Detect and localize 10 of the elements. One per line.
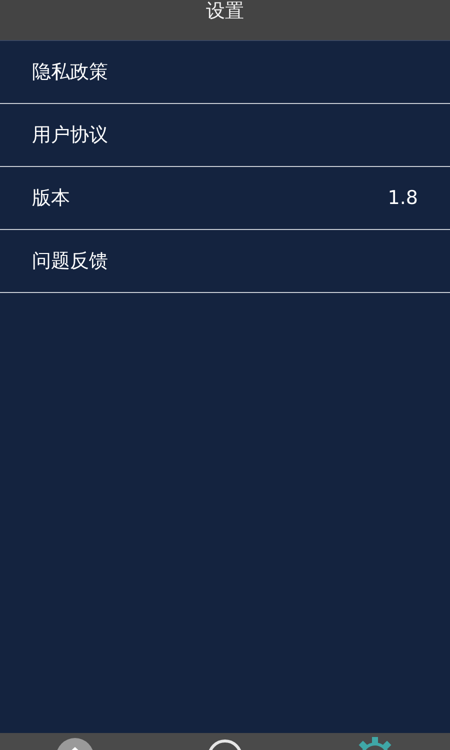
settings-row[interactable]: 隐私政策 <box>0 41 450 104</box>
page-title: 设置 <box>206 1 244 22</box>
settings-row[interactable]: 问题反馈 <box>0 230 450 293</box>
settings-label: 用户协议 <box>32 122 108 148</box>
settings-label: 版本 <box>32 186 70 211</box>
settings-row[interactable]: 用户协议 <box>0 104 450 167</box>
settings-label: 隐私政策 <box>32 60 108 85</box>
settings-label: 问题反馈 <box>32 248 108 274</box>
version-number: 1.8 <box>388 186 418 211</box>
settings-row[interactable]: 版本 1.8 <box>0 167 450 230</box>
